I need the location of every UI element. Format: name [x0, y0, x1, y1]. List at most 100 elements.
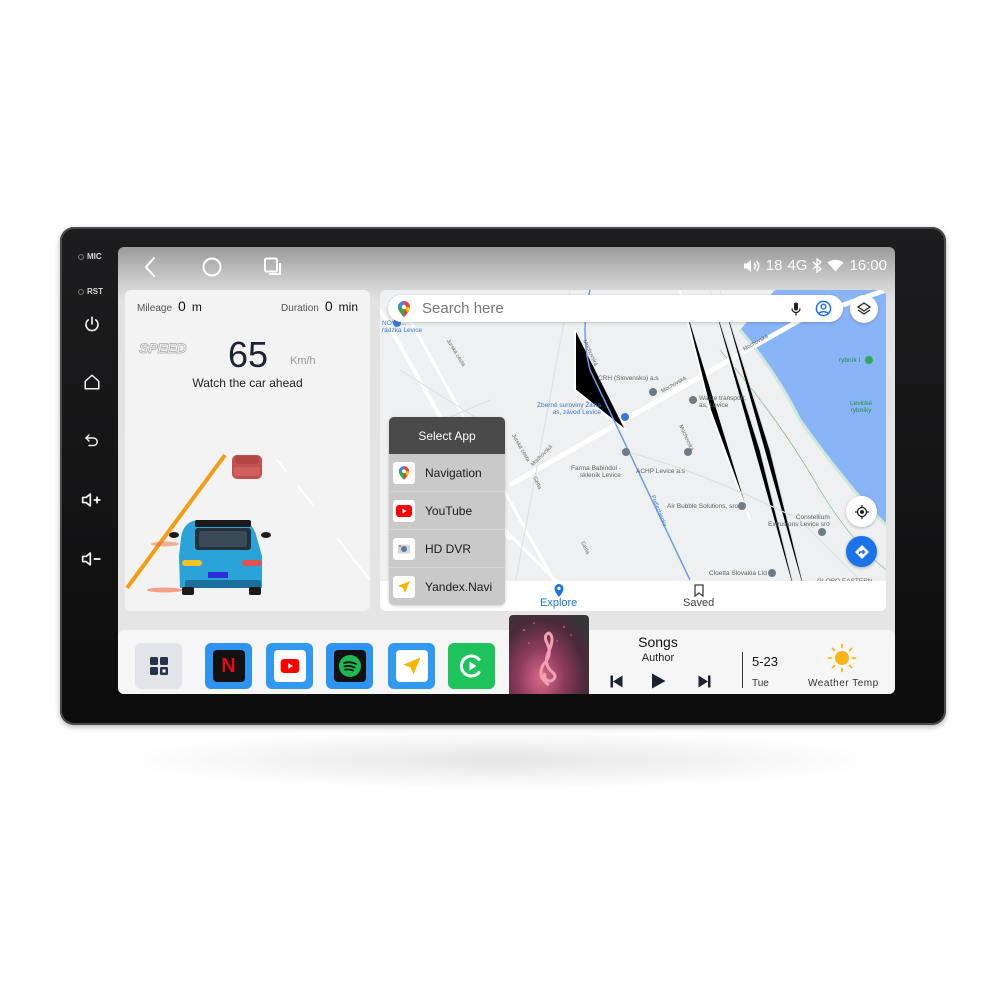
- mic-hole: [78, 253, 84, 260]
- layers-icon: [857, 302, 871, 315]
- skip-back-icon: [610, 675, 622, 687]
- tab-label: Explore: [540, 597, 578, 609]
- poi-text: Farma Babindol -: [571, 465, 621, 472]
- poi-text: Waste transport,: [699, 395, 747, 402]
- select-app-navigation[interactable]: Navigation: [389, 454, 505, 492]
- weekday-display: Tue: [752, 678, 769, 689]
- wifi-icon: [827, 259, 844, 272]
- album-art[interactable]: [509, 615, 589, 694]
- volume-level: 18: [765, 257, 783, 274]
- display-screen: 18 4G 16:00 Mileage 0 m Duration 0 min S…: [118, 247, 895, 694]
- driving-assist-card[interactable]: Mileage 0 m Duration 0 min SPEED 65 Km/h…: [125, 290, 370, 611]
- select-app-hd-dvr[interactable]: HD DVR: [389, 530, 505, 568]
- dock-netflix[interactable]: N: [205, 643, 252, 689]
- volume-up-icon: [81, 493, 101, 507]
- chevron-left-icon: [144, 257, 155, 277]
- camera-icon: [393, 537, 415, 560]
- microphone-icon[interactable]: [791, 302, 801, 316]
- home-icon: [84, 374, 100, 390]
- poi-text: skleník Levice: [580, 472, 621, 480]
- spotify-icon: [333, 650, 366, 682]
- dock-carplay[interactable]: [448, 643, 495, 689]
- tab-explore[interactable]: Explore: [540, 584, 577, 609]
- skip-forward-icon: [698, 675, 710, 687]
- app-name: Navigation: [425, 465, 482, 480]
- map-poi-label: ACHP Levice a.s: [636, 468, 686, 475]
- poi-text: as, závod Levice: [552, 409, 601, 417]
- warning-message: Watch the car ahead: [192, 376, 303, 390]
- youtube-icon: [393, 499, 415, 522]
- weather-label: Weather Temp: [808, 678, 879, 689]
- power-icon: [85, 316, 99, 332]
- app-name: YouTube: [425, 503, 473, 518]
- map-poi-label: Farma Babindol - skleník Levice: [571, 465, 621, 479]
- map-widget[interactable]: NOVO... rádzka Levice CRH (Slovensko) a.s…: [380, 290, 886, 611]
- app-name: Yandex.Navi: [425, 580, 493, 594]
- map-poi-label: Air Bubble Solutions, sro: [667, 503, 739, 510]
- clock: 16:00: [849, 257, 887, 274]
- nav-recents-button[interactable]: [261, 255, 285, 279]
- home-hw-button[interactable]: [80, 370, 104, 394]
- search-input[interactable]: Search here: [422, 300, 504, 317]
- map-search-bar[interactable]: Search here: [388, 295, 843, 322]
- speed-value: 65: [228, 334, 269, 375]
- map-poi-label: Levické rybníky: [850, 400, 872, 414]
- crosshair-icon: [854, 504, 869, 519]
- my-location-button[interactable]: [846, 496, 877, 527]
- tab-label: Saved: [683, 597, 715, 609]
- volume-up-button[interactable]: [80, 488, 104, 512]
- tab-saved[interactable]: Saved: [683, 584, 714, 609]
- back-arrow-icon: [84, 434, 98, 447]
- volume-down-icon: [81, 552, 101, 566]
- netflix-icon: N: [212, 650, 245, 682]
- dock-yandex-navi[interactable]: [388, 643, 435, 689]
- system-bar: 18 4G 16:00: [118, 247, 895, 285]
- grid-icon: [149, 657, 168, 675]
- next-track-button[interactable]: [696, 673, 712, 689]
- app-drawer-button[interactable]: [135, 643, 182, 689]
- select-app-youtube[interactable]: YouTube: [389, 492, 505, 530]
- mileage-value: 0: [178, 298, 186, 314]
- circle-home-icon: [202, 257, 222, 277]
- layers-button[interactable]: [850, 295, 878, 323]
- select-app-yandex-navi[interactable]: Yandex.Navi: [389, 568, 505, 605]
- account-icon[interactable]: [815, 300, 832, 317]
- song-title: Songs: [638, 634, 678, 650]
- mileage-unit: m: [191, 300, 202, 314]
- google-maps-icon: [398, 301, 410, 317]
- nav-back-button[interactable]: [138, 255, 162, 279]
- bottom-dock: N Songs Author 5-23 Tue Weather Temp: [118, 615, 895, 694]
- back-hw-button[interactable]: [80, 429, 104, 453]
- lane-dash: [336, 537, 370, 581]
- volume-down-button[interactable]: [80, 547, 104, 571]
- mileage-label: Mileage: [137, 303, 173, 314]
- reset-hole: [78, 288, 84, 295]
- poi-text: as, Levice: [699, 402, 729, 410]
- previous-track-button[interactable]: [608, 673, 624, 689]
- hardware-side-panel: MIC RST: [60, 240, 118, 700]
- directions-button[interactable]: [846, 536, 877, 567]
- speed-unit: Km/h: [290, 355, 316, 367]
- power-button[interactable]: [80, 312, 104, 336]
- reset-button[interactable]: RST: [78, 287, 103, 296]
- product-photo: MIC RST 18 4G 16:00 Mileage 0 m Duration…: [0, 0, 1000, 1000]
- nav-home-button[interactable]: [200, 255, 224, 279]
- volume-icon: [743, 259, 760, 272]
- date-display: 5-23: [752, 654, 779, 669]
- poi-text: Extrusions Levice sro: [768, 521, 830, 529]
- duration-value: 0: [324, 298, 333, 314]
- duration-readout: Duration 0 min: [281, 298, 358, 314]
- mileage-readout: Mileage 0 m: [137, 298, 202, 314]
- carplay-icon: [459, 654, 480, 678]
- recent-apps-icon: [264, 257, 281, 275]
- map-poi-label: Constellium Extrusions Levice sro: [768, 514, 830, 528]
- yandex-navi-icon: [393, 576, 415, 598]
- sun-icon[interactable]: [827, 643, 857, 673]
- dock-spotify[interactable]: [326, 643, 373, 689]
- play-button[interactable]: [650, 673, 666, 689]
- dock-youtube[interactable]: [266, 643, 313, 689]
- lane-illustration: [125, 453, 370, 595]
- netflix-glyph: N: [221, 654, 236, 677]
- explore-pin-icon: [554, 584, 564, 597]
- poi-text: Zberné suroviny Žilina: [537, 402, 601, 409]
